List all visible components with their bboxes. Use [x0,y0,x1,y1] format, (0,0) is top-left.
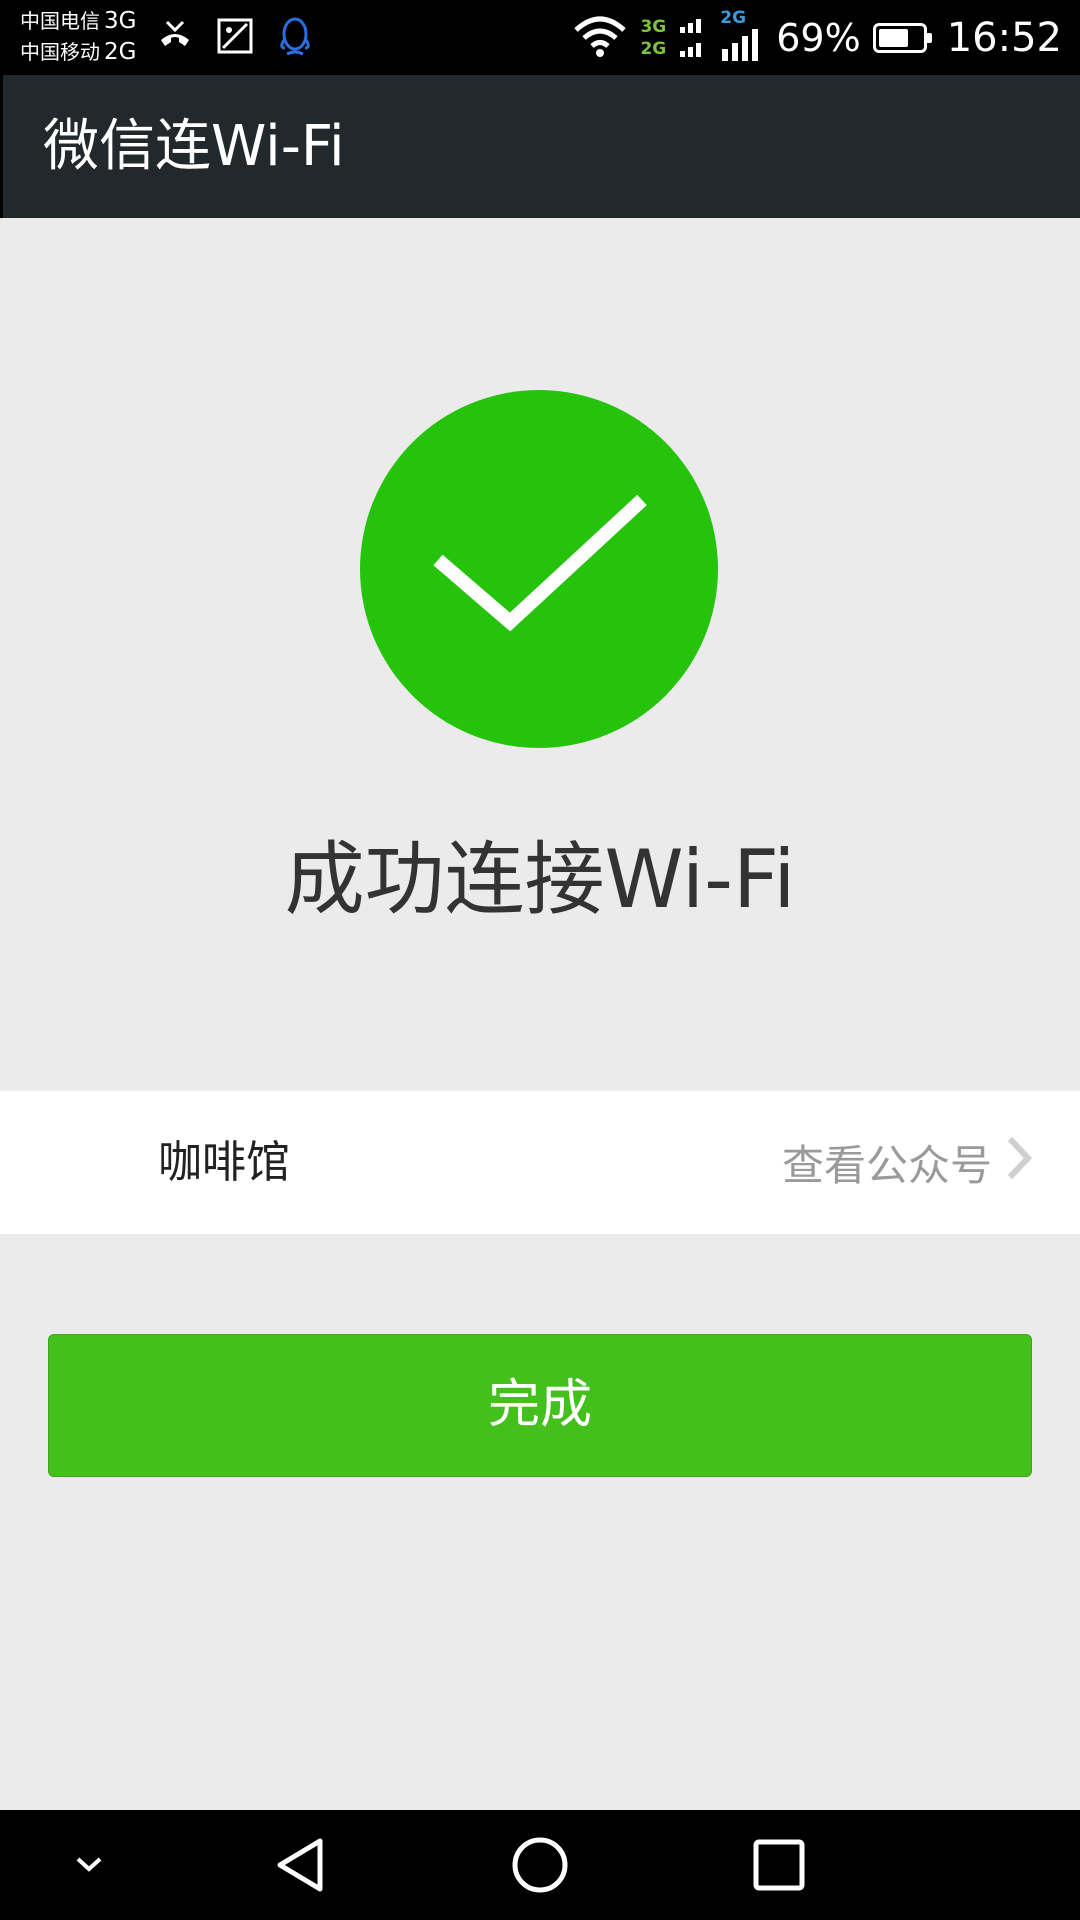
home-icon[interactable] [510,1810,570,1920]
carrier-info: 中国电信 3G 中国移动 2G [20,6,136,68]
checkmark-icon [433,494,647,632]
cell-network-label: 2G [720,7,747,28]
screenshot-icon [215,16,255,60]
dual-signal-icon [678,11,708,65]
check-circle-icon [360,390,718,748]
view-official-account-label: 查看公众号 [781,1141,992,1190]
carrier-1-name: 中国电信 [20,9,100,33]
venue-name: 咖啡馆 [158,1137,290,1188]
signal-icon [720,27,764,67]
cell-signal-group: 2G [720,9,764,67]
carrier-2-name: 中国移动 [20,40,100,64]
chevron-down-icon[interactable] [72,1810,106,1920]
clock: 16:52 [946,14,1062,61]
carrier-2-network: 2G [104,39,137,65]
carrier-1-network: 3G [104,8,137,34]
missed-call-icon [155,16,195,60]
status-right: 3G 2G 2G 69% 16:52 [572,0,1062,75]
status-bar: 中国电信 3G 中国移动 2G 3G 2G 2G 69% 16:52 [0,0,1080,75]
dual-sim-labels: 3G 2G [640,16,666,60]
qq-icon [275,14,315,62]
wifi-icon [572,14,628,62]
done-button[interactable]: 完成 [48,1334,1032,1477]
page-title: 微信连Wi-Fi [43,114,345,179]
back-icon[interactable] [272,1810,328,1920]
official-account-row[interactable]: 咖啡馆 查看公众号 [0,1091,1080,1234]
sim1-network-label: 3G [640,16,667,37]
notification-icons [155,14,315,62]
app-header: 微信连Wi-Fi [0,75,1080,218]
battery-percent: 69% [776,15,861,60]
sim2-network-label: 2G [640,38,667,59]
success-message: 成功连接Wi-Fi [284,833,796,926]
chevron-right-icon [1006,1135,1033,1191]
view-official-account-link[interactable]: 查看公众号 [781,1091,1033,1234]
recents-icon[interactable] [752,1810,806,1920]
navigation-bar [0,1810,1080,1920]
battery-icon [872,22,932,53]
